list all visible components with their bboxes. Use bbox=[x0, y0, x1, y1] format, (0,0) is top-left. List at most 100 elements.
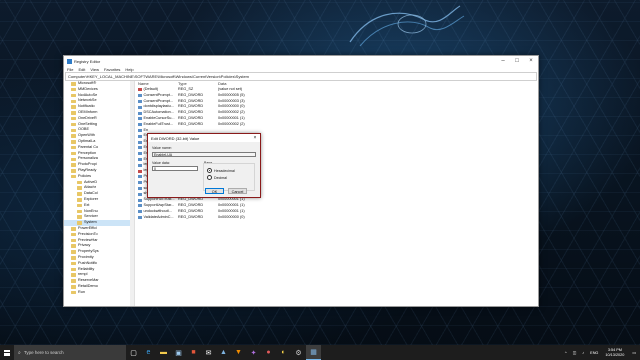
cancel-button[interactable]: Cancel bbox=[228, 188, 247, 194]
tree-scrollbar[interactable] bbox=[130, 81, 134, 306]
ok-button[interactable]: OK bbox=[205, 188, 224, 194]
search-icon: ⌕ bbox=[18, 349, 21, 356]
close-button[interactable]: × bbox=[524, 56, 538, 66]
folder-icon bbox=[77, 192, 82, 196]
vlc-icon[interactable]: ▼ bbox=[231, 345, 246, 360]
tree-item[interactable]: Run bbox=[64, 290, 134, 296]
string-value-icon bbox=[138, 169, 142, 173]
search-placeholder: Type here to search bbox=[23, 350, 64, 355]
menu-help[interactable]: Help bbox=[125, 67, 133, 72]
taskbar-search-box[interactable]: ⌕ Type here to search bbox=[14, 345, 126, 360]
folder-icon bbox=[71, 87, 76, 92]
hexadecimal-label: Hexadecimal bbox=[214, 168, 235, 173]
folder-icon bbox=[71, 82, 76, 86]
dword-value-icon bbox=[138, 123, 142, 127]
notifications-icon[interactable]: ▭ bbox=[628, 350, 640, 355]
folder-icon bbox=[71, 250, 76, 254]
dword-value-icon bbox=[138, 175, 142, 179]
window-title: Registry Editor bbox=[74, 58, 101, 64]
folder-icon bbox=[71, 261, 76, 266]
value-type-cell: REG_DWORD bbox=[178, 214, 204, 219]
title-bar[interactable]: Registry Editor – □ × bbox=[64, 56, 538, 66]
dialog-close-button[interactable]: × bbox=[250, 135, 260, 141]
address-bar[interactable]: Computer\HKEY_LOCAL_MACHINE\SOFTWARE\Mic… bbox=[65, 72, 537, 81]
folder-icon bbox=[71, 105, 76, 109]
folder-icon bbox=[77, 221, 82, 225]
wallpaper-figure bbox=[349, 5, 465, 47]
value-data-cell: 0x00000000 (0) bbox=[218, 214, 245, 219]
folder-icon bbox=[71, 157, 76, 161]
start-button[interactable] bbox=[0, 345, 14, 360]
app-icon[interactable]: ✦ bbox=[246, 345, 261, 360]
decimal-radio[interactable]: Decimal bbox=[207, 175, 227, 180]
task-view-icon[interactable]: ▢ bbox=[126, 345, 141, 360]
clock-date: 10/13/2020 bbox=[605, 352, 625, 357]
folder-icon bbox=[71, 116, 76, 121]
dword-value-icon bbox=[138, 146, 142, 150]
value-data-label: Value data: bbox=[152, 161, 170, 165]
dword-value-icon bbox=[138, 117, 142, 121]
edit-dword-dialog: Edit DWORD (32-bit) Value × Value name: … bbox=[147, 133, 261, 198]
folder-icon bbox=[71, 279, 76, 283]
folder-icon bbox=[71, 128, 76, 133]
dword-value-icon bbox=[138, 186, 142, 190]
minimize-button[interactable]: – bbox=[496, 56, 510, 66]
store-icon[interactable]: ▣ bbox=[171, 345, 186, 360]
dialog-title-bar[interactable]: Edit DWORD (32-bit) Value × bbox=[148, 134, 260, 142]
value-row[interactable]: ValidateAdminC... REG_DWORD 0x00000000 (0) bbox=[135, 215, 538, 221]
key-tree: Microsoft® MMDevices NcdAutoSe NetworkSe Not… bbox=[64, 81, 135, 306]
menu-view[interactable]: View bbox=[90, 67, 99, 72]
dword-value-icon bbox=[138, 134, 142, 138]
value-name-label: Value name: bbox=[152, 146, 172, 150]
folder-icon bbox=[71, 273, 76, 277]
dword-value-icon bbox=[138, 157, 142, 161]
file-explorer-icon[interactable]: ▬ bbox=[156, 345, 171, 360]
folder-icon bbox=[71, 163, 76, 167]
folder-icon bbox=[71, 151, 76, 156]
language-indicator[interactable]: ENG bbox=[587, 351, 601, 355]
office-icon[interactable]: ■ bbox=[186, 345, 201, 360]
registry-taskbar-icon[interactable]: ▦ bbox=[306, 345, 321, 360]
settings-icon[interactable]: ⚙ bbox=[291, 345, 306, 360]
value-name-field[interactable]: EnableLUA bbox=[152, 152, 256, 157]
app-icon-2[interactable]: ● bbox=[261, 345, 276, 360]
menu-favorites[interactable]: Favorites bbox=[104, 67, 120, 72]
dword-value-icon bbox=[138, 181, 142, 185]
value-name-text: ValidateAdminC... bbox=[143, 214, 174, 219]
photos-icon[interactable]: ▲ bbox=[216, 345, 231, 360]
folder-icon bbox=[71, 145, 76, 150]
dword-value-icon bbox=[138, 140, 142, 144]
dword-value-icon bbox=[138, 163, 142, 167]
system-tray: ^ ◫ ♪ ENG 3:54 PM 10/13/2020 ▭ bbox=[562, 345, 640, 360]
dword-value-icon bbox=[138, 192, 142, 196]
folder-icon bbox=[71, 244, 76, 248]
folder-icon bbox=[71, 256, 76, 260]
folder-icon bbox=[71, 111, 76, 115]
hexadecimal-radio-dot bbox=[207, 168, 212, 173]
clock[interactable]: 3:54 PM 10/13/2020 bbox=[601, 348, 628, 357]
decimal-label: Decimal bbox=[214, 175, 227, 180]
tray-chevron-icon[interactable]: ^ bbox=[562, 351, 570, 355]
hexadecimal-radio[interactable]: Hexadecimal bbox=[207, 168, 235, 173]
value-data-input[interactable]: 0 bbox=[152, 166, 198, 171]
menu-edit[interactable]: Edit bbox=[78, 67, 85, 72]
maximize-button[interactable]: □ bbox=[510, 56, 524, 66]
volume-icon[interactable]: ♪ bbox=[579, 351, 587, 355]
menu-file[interactable]: File bbox=[67, 67, 73, 72]
network-icon[interactable]: ◫ bbox=[570, 350, 580, 355]
edge-icon[interactable]: e bbox=[141, 345, 156, 360]
folder-icon bbox=[71, 174, 76, 179]
registry-editor-icon bbox=[67, 58, 72, 64]
folder-icon bbox=[71, 122, 76, 127]
folder-icon bbox=[71, 232, 76, 237]
dword-value-icon bbox=[138, 152, 142, 156]
app-icon-3[interactable]: ◐ bbox=[276, 345, 291, 360]
folder-icon bbox=[71, 238, 76, 243]
dword-value-icon bbox=[138, 111, 142, 115]
dword-value-icon bbox=[138, 210, 142, 214]
mail-icon[interactable]: ✉ bbox=[201, 345, 216, 360]
folder-icon bbox=[71, 93, 76, 98]
clock-time: 3:54 PM bbox=[607, 348, 622, 352]
folder-icon bbox=[71, 169, 76, 173]
windows-logo-icon bbox=[4, 349, 10, 356]
